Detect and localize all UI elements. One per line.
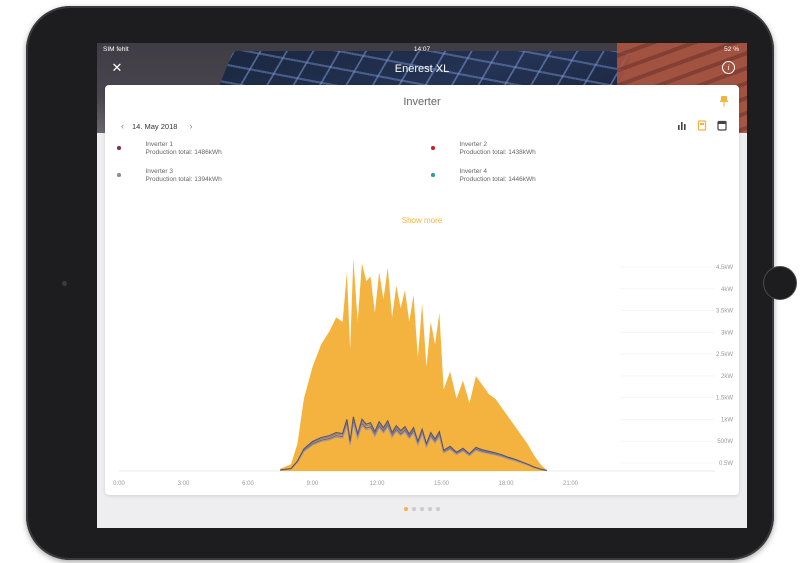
nav-title: Enerest XL	[394, 63, 450, 75]
legend-dot	[431, 173, 435, 177]
front-camera	[62, 281, 67, 286]
calendar-icon[interactable]	[717, 118, 727, 131]
y-tick-label: 500W	[717, 439, 733, 445]
battery-text: 52 %	[724, 46, 739, 53]
info-icon[interactable]: i	[722, 61, 735, 74]
x-tick-label: 3:00	[178, 481, 190, 487]
legend-detail: Production total: 1486kWh	[145, 149, 222, 156]
card-title: Inverter	[403, 96, 441, 108]
legend-dot	[117, 173, 121, 177]
legend-dot	[117, 146, 121, 150]
legend-item-inverter-4[interactable]: Inverter 4 Production total: 1446kWh	[431, 168, 536, 184]
y-tick-label: 3kW	[721, 330, 733, 336]
page-dot[interactable]	[428, 507, 432, 511]
y-tick-label: 0.5W	[719, 461, 733, 467]
x-tick-label: 9:00	[307, 481, 319, 487]
status-bar: SIM fehlt 14:07 52 %	[97, 43, 747, 57]
view-switcher	[677, 118, 727, 131]
inverter-card: Inverter ‹ 14. May 2018 › Inverter 1 Pro…	[105, 85, 739, 495]
date-selector: ‹ 14. May 2018 ›	[117, 119, 196, 133]
show-more-button[interactable]: Show more	[105, 216, 739, 225]
y-tick-label: 4.5kW	[716, 265, 733, 271]
legend-detail: Production total: 1446kWh	[459, 176, 536, 183]
navigation-bar: ✕ Enerest XL i	[97, 57, 747, 79]
x-tick-label: 0:00	[113, 481, 125, 487]
next-day-button[interactable]: ›	[185, 121, 196, 131]
page-indicator	[97, 507, 747, 511]
x-tick-label: 6:00	[242, 481, 254, 487]
page-dot[interactable]	[404, 507, 408, 511]
legend-name: Inverter 1	[145, 141, 173, 148]
page-dot[interactable]	[412, 507, 416, 511]
clock-text: 14:07	[413, 46, 431, 53]
y-tick-label: 1.5kW	[716, 396, 733, 402]
legend-name: Inverter 3	[145, 168, 173, 175]
y-tick-label: 2kW	[721, 374, 733, 380]
y-tick-label: 4kW	[721, 287, 733, 293]
legend-detail: Production total: 1394kWh	[145, 176, 222, 183]
legend-item-inverter-1[interactable]: Inverter 1 Production total: 1486kWh	[117, 141, 222, 157]
date-label: 14. May 2018	[132, 121, 178, 131]
legend-name: Inverter 4	[459, 168, 487, 175]
x-tick-label: 15:00	[434, 481, 450, 487]
pin-icon[interactable]	[719, 95, 729, 107]
bar-chart-icon[interactable]	[677, 118, 687, 130]
legend-item-inverter-3[interactable]: Inverter 3 Production total: 1394kWh	[117, 168, 222, 184]
inverter-legend: Inverter 1 Production total: 1486kWh Inve…	[105, 141, 739, 197]
home-button[interactable]	[763, 266, 797, 300]
x-tick-label: 18:00	[498, 481, 514, 487]
page-dot[interactable]	[420, 507, 424, 511]
y-tick-label: 2.5kW	[716, 352, 733, 358]
x-tick-label: 21:00	[563, 481, 579, 487]
screen: SIM fehlt 14:07 52 % ✕ Enerest XL i Inve…	[97, 43, 747, 528]
previous-day-button[interactable]: ‹	[117, 121, 128, 131]
inverter-view-icon[interactable]	[697, 118, 707, 131]
power-chart: 4.5kW 4kW 3.5kW 3kW 2.5kW 2kW 1.5kW 1kW 500W 0.5W…	[113, 258, 733, 487]
y-tick-label: 1kW	[721, 417, 733, 423]
x-tick-label: 12:00	[369, 481, 385, 487]
legend-name: Inverter 2	[459, 141, 487, 148]
page-dot[interactable]	[436, 507, 440, 511]
legend-detail: Production total: 1438kWh	[459, 149, 536, 156]
y-tick-label: 3.5kW	[716, 309, 733, 315]
legend-item-inverter-2[interactable]: Inverter 2 Production total: 1438kWh	[431, 141, 536, 157]
legend-dot	[431, 146, 435, 150]
